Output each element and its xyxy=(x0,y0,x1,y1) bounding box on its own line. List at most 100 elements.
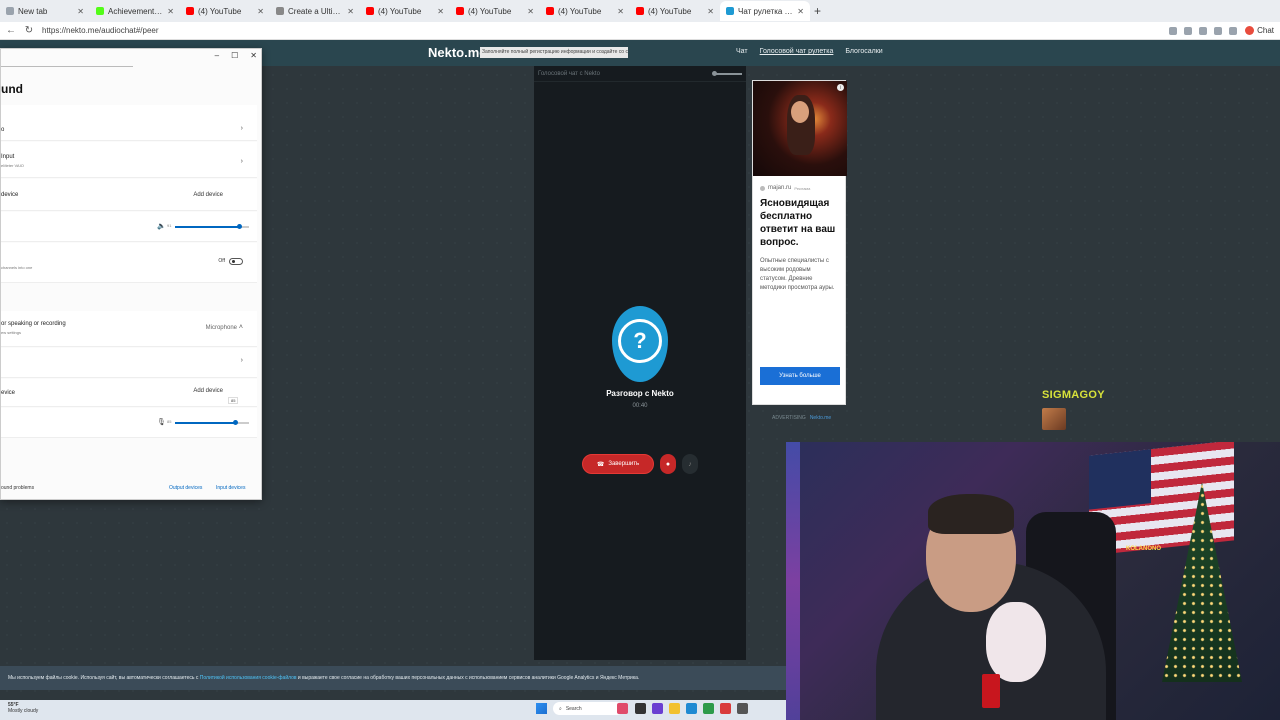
slider-thumb[interactable] xyxy=(233,420,238,425)
close-icon[interactable]: ✕ xyxy=(617,7,624,16)
back-icon[interactable]: ← xyxy=(6,25,16,36)
tab-favicon xyxy=(636,7,644,15)
nav-link-blog[interactable]: Блогосалки xyxy=(845,48,882,55)
tab-favicon xyxy=(726,7,734,15)
close-icon[interactable]: ✕ xyxy=(257,7,264,16)
app-icon[interactable] xyxy=(652,703,663,714)
add-input-device-button[interactable]: Add device xyxy=(193,388,223,394)
browser-tab[interactable]: (4) YouTube ✕ xyxy=(360,1,450,21)
app-icon[interactable] xyxy=(617,703,628,714)
mono-audio-toggle[interactable] xyxy=(229,258,243,265)
ad-footer: ADVERTISING Nekto.me xyxy=(772,415,831,421)
cookie-consent-bar: Мы используем файлы cookie. Используя са… xyxy=(0,666,786,690)
reload-icon[interactable]: ↻ xyxy=(24,25,34,36)
edge-icon[interactable] xyxy=(686,703,697,714)
sound-settings-window: – ☐ ✕ und o › Input eMeter VAIO › device… xyxy=(0,48,262,500)
troubleshoot-link[interactable]: ound problems xyxy=(1,485,34,491)
tab-label: (4) YouTube xyxy=(468,6,512,16)
maximize-icon[interactable]: ☐ xyxy=(231,51,238,60)
bookmark-icon[interactable] xyxy=(1229,26,1238,35)
output-choose-row[interactable]: o › xyxy=(1,105,257,141)
output-device-row[interactable]: Input eMeter VAIO › xyxy=(1,142,257,178)
download-icon[interactable] xyxy=(1214,26,1223,35)
ad-source-label: Реклама xyxy=(794,185,811,191)
voice-chat-panel: Голосовой чат с Nekto ? Разговор с Nekto… xyxy=(534,66,746,660)
row-label: Input xyxy=(1,154,15,160)
close-icon[interactable]: ✕ xyxy=(77,7,84,16)
extension-icon[interactable] xyxy=(1199,26,1208,35)
browser-tab[interactable]: Achievements - Kick Dashboard✕ xyxy=(90,1,180,21)
browser-tab[interactable]: Create a Ultimate Fruit - Labeled✕ xyxy=(270,1,360,21)
close-icon[interactable]: ✕ xyxy=(167,7,174,16)
volume-button[interactable]: ♪ xyxy=(682,454,698,474)
slider-thumb[interactable] xyxy=(237,224,242,229)
input-volume-row: 🎙 85 xyxy=(1,408,257,438)
new-tab-button[interactable]: + xyxy=(814,4,821,18)
close-icon[interactable]: ✕ xyxy=(527,7,534,16)
browser-tab-active[interactable]: Чат рулетка голосовая — N... ✕ xyxy=(720,1,810,21)
end-call-label: Завершить xyxy=(608,461,640,467)
extension-icon[interactable] xyxy=(1184,26,1193,35)
output-volume-slider[interactable]: 🔈 91 xyxy=(157,223,249,231)
input-device-row[interactable]: or speaking or recording ew settings Mic… xyxy=(1,311,257,347)
browser-tab[interactable]: (4) YouTube ✕ xyxy=(180,1,270,21)
close-icon[interactable]: ✕ xyxy=(250,51,257,60)
input-devices-link[interactable]: Input devices xyxy=(216,485,245,491)
input-device-select[interactable]: Microphone xyxy=(206,325,237,331)
end-call-button[interactable]: ☎ Завершить xyxy=(582,454,654,474)
site-logo[interactable]: Nekto.me xyxy=(428,45,487,60)
tab-label: Create a Ultimate Fruit - Labeled xyxy=(288,6,344,16)
url-field[interactable]: https://nekto.me/audiochat#/peer xyxy=(42,26,1161,35)
file-explorer-icon[interactable] xyxy=(669,703,680,714)
row-label: device xyxy=(1,192,19,198)
plush-toy xyxy=(986,602,1046,682)
question-mark-icon: ? xyxy=(618,319,662,363)
nav-link-voice-chat[interactable]: Голосовой чат рулетка xyxy=(760,48,834,55)
nav-link-chat[interactable]: Чат xyxy=(736,48,748,55)
weather-widget[interactable]: 55°F Mostly cloudy xyxy=(8,702,38,714)
close-icon[interactable]: ✕ xyxy=(797,7,804,16)
tab-favicon xyxy=(6,7,14,15)
browser-tab[interactable]: (4) YouTube ✕ xyxy=(450,1,540,21)
input-volume-slider[interactable]: 🎙 85 xyxy=(157,419,249,427)
volume-value: 85 xyxy=(167,419,172,424)
app-icon[interactable] xyxy=(635,703,646,714)
browser-tab[interactable]: (4) YouTube ✕ xyxy=(540,1,630,21)
app-icon[interactable] xyxy=(720,703,731,714)
ad-image[interactable]: i xyxy=(753,81,847,176)
app-icon[interactable] xyxy=(703,703,714,714)
pair-input-row: evice Add device xyxy=(1,379,257,407)
close-icon[interactable]: ✕ xyxy=(707,7,714,16)
ad-learn-more-button[interactable]: Узнать больше xyxy=(760,367,840,385)
mute-microphone-button[interactable]: ● xyxy=(660,454,676,474)
notice-banner[interactable]: Заполняйте полный регистрацию информации… xyxy=(480,47,628,58)
advertisement-card[interactable]: i majan.ru Реклама Ясновидящая бесплатно … xyxy=(752,80,847,405)
settings-search-input[interactable] xyxy=(1,57,133,67)
phone-hangup-icon: ☎ xyxy=(596,461,605,468)
chevron-right-icon: › xyxy=(240,125,243,132)
volume-slider[interactable] xyxy=(712,70,742,76)
output-devices-link[interactable]: Output devices xyxy=(169,485,202,491)
minimize-icon[interactable]: – xyxy=(215,51,219,60)
info-icon[interactable]: i xyxy=(837,84,844,91)
cookie-policy-link[interactable]: Политикой использования cookie-файлов xyxy=(200,675,297,681)
browser-tab[interactable]: New tab ✕ xyxy=(0,1,90,21)
chevron-up-icon: ˄ xyxy=(238,324,243,331)
ad-headline[interactable]: Ясновидящая бесплатно ответит на ваш воп… xyxy=(753,191,845,249)
windows-start-icon[interactable] xyxy=(536,703,547,714)
ad-footer-link[interactable]: Nekto.me xyxy=(810,415,831,421)
add-output-device-button[interactable]: Add device xyxy=(193,192,223,198)
extension-icon[interactable] xyxy=(1169,26,1178,35)
speaker-icon[interactable]: 🔈 xyxy=(157,222,166,230)
input-properties-row[interactable]: › xyxy=(1,348,257,378)
close-icon[interactable]: ✕ xyxy=(347,7,354,16)
close-icon[interactable]: ✕ xyxy=(437,7,444,16)
microphone-icon[interactable]: 🎙 xyxy=(157,418,166,426)
chat-panel-header: Голосовой чат с Nekto xyxy=(534,66,746,82)
settings-icon[interactable] xyxy=(737,703,748,714)
row-label: o xyxy=(1,127,5,133)
taskbar-search[interactable]: ⌕ Search xyxy=(553,702,623,715)
chevron-right-icon: › xyxy=(240,158,243,165)
profile-button[interactable]: Chat xyxy=(1245,26,1274,35)
browser-tab[interactable]: (4) YouTube ✕ xyxy=(630,1,720,21)
